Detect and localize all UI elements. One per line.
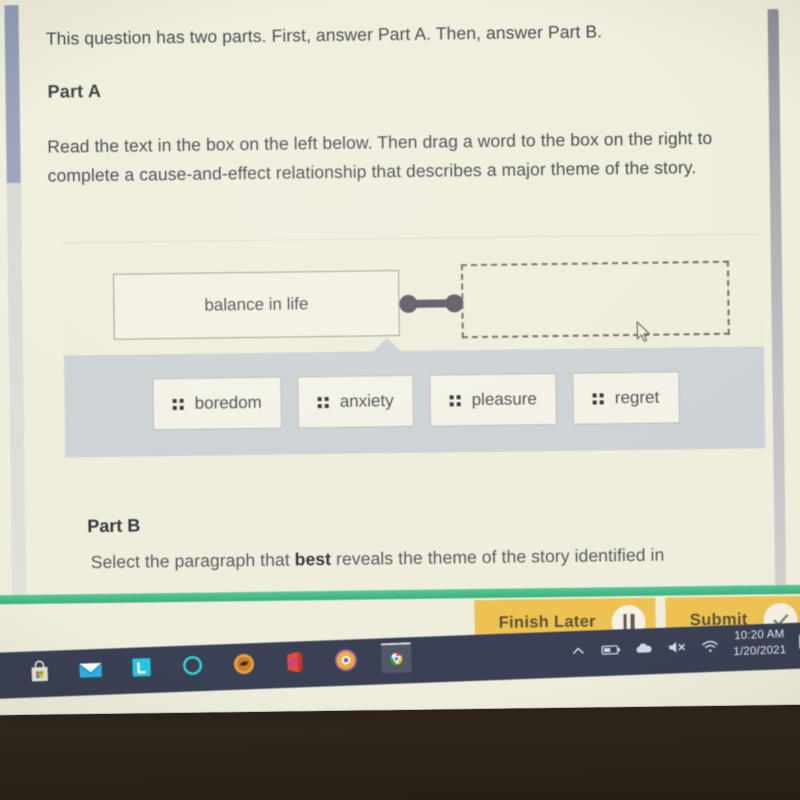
taskbar-app-icons xyxy=(24,642,412,686)
office-icon[interactable] xyxy=(279,646,310,677)
word-chip-regret[interactable]: regret xyxy=(572,371,680,425)
word-chip-label: anxiety xyxy=(339,391,394,411)
word-chip-boredom[interactable]: boredom xyxy=(152,376,283,431)
monitor-photo: This question has two parts. First, answ… xyxy=(0,0,800,800)
mouse-cursor-icon xyxy=(636,321,651,342)
drag-grip-icon[interactable] xyxy=(317,396,329,408)
word-chip-label: boredom xyxy=(194,392,262,413)
taskbar-clock[interactable]: 10:20 AM 1/20/2021 xyxy=(733,627,787,660)
cloud-icon[interactable] xyxy=(634,638,655,659)
drag-grip-icon[interactable] xyxy=(592,392,604,405)
left-scrollbar-thumb[interactable] xyxy=(4,5,21,184)
lenovo-vantage-icon[interactable] xyxy=(126,652,157,683)
system-tray: 10:20 AM 1/20/2021 xyxy=(568,626,800,666)
mail-icon[interactable] xyxy=(75,654,106,685)
left-scrollbar-track[interactable] xyxy=(6,182,27,614)
clock-date: 1/20/2021 xyxy=(733,643,787,658)
part-b-heading: Part B xyxy=(87,515,141,537)
browser-icon[interactable] xyxy=(330,644,361,675)
tray-pointer xyxy=(371,338,403,353)
part-b-emphasis: best xyxy=(294,548,332,570)
clock-time: 10:20 AM xyxy=(733,628,785,643)
word-chip-label: pleasure xyxy=(471,389,537,410)
word-bank-chips: boredom anxiety pleasure regret xyxy=(152,371,680,431)
wifi-icon[interactable] xyxy=(700,635,721,656)
part-a-directions: Read the text in the box on the left bel… xyxy=(47,128,713,186)
microsoft-store-icon[interactable] xyxy=(24,656,55,687)
part-b-text-segment-2: reveals the theme of the story identifie… xyxy=(330,544,665,569)
cortana-icon[interactable] xyxy=(177,650,208,681)
answer-drop-target[interactable] xyxy=(460,260,730,339)
link-connector-icon xyxy=(399,293,464,314)
drag-grip-icon[interactable] xyxy=(172,398,184,410)
drag-drop-activity: balance in life boredom anxiety pleasure… xyxy=(62,233,766,458)
word-chip-anxiety[interactable]: anxiety xyxy=(297,374,414,429)
page-scrollbar[interactable] xyxy=(767,9,787,588)
monitor-screen: This question has two parts. First, answ… xyxy=(0,0,800,716)
source-term-label: balance in life xyxy=(204,294,309,315)
word-chip-label: regret xyxy=(614,387,660,408)
chrome-icon[interactable] xyxy=(380,642,412,674)
firefox-icon[interactable] xyxy=(228,648,259,679)
assessment-page: This question has two parts. First, answ… xyxy=(0,0,800,614)
part-b-directions: Select the paragraph that best reveals t… xyxy=(91,543,761,573)
finish-later-label: Finish Later xyxy=(498,612,596,632)
source-term-box: balance in life xyxy=(112,270,400,340)
question-intro: This question has two parts. First, answ… xyxy=(45,21,603,49)
part-a-heading: Part A xyxy=(47,81,102,103)
word-bank-tray: boredom anxiety pleasure regret xyxy=(64,338,766,458)
volume-muted-icon[interactable] xyxy=(667,636,688,657)
drag-grip-icon[interactable] xyxy=(449,394,461,406)
show-hidden-icons-chevron[interactable] xyxy=(568,640,589,661)
question-content: This question has two parts. First, answ… xyxy=(45,0,747,190)
part-b-text-segment-1: Select the paragraph that xyxy=(90,549,295,573)
battery-icon[interactable] xyxy=(601,639,622,660)
word-chip-pleasure[interactable]: pleasure xyxy=(429,372,558,427)
dropzone-area: balance in life xyxy=(62,234,764,356)
